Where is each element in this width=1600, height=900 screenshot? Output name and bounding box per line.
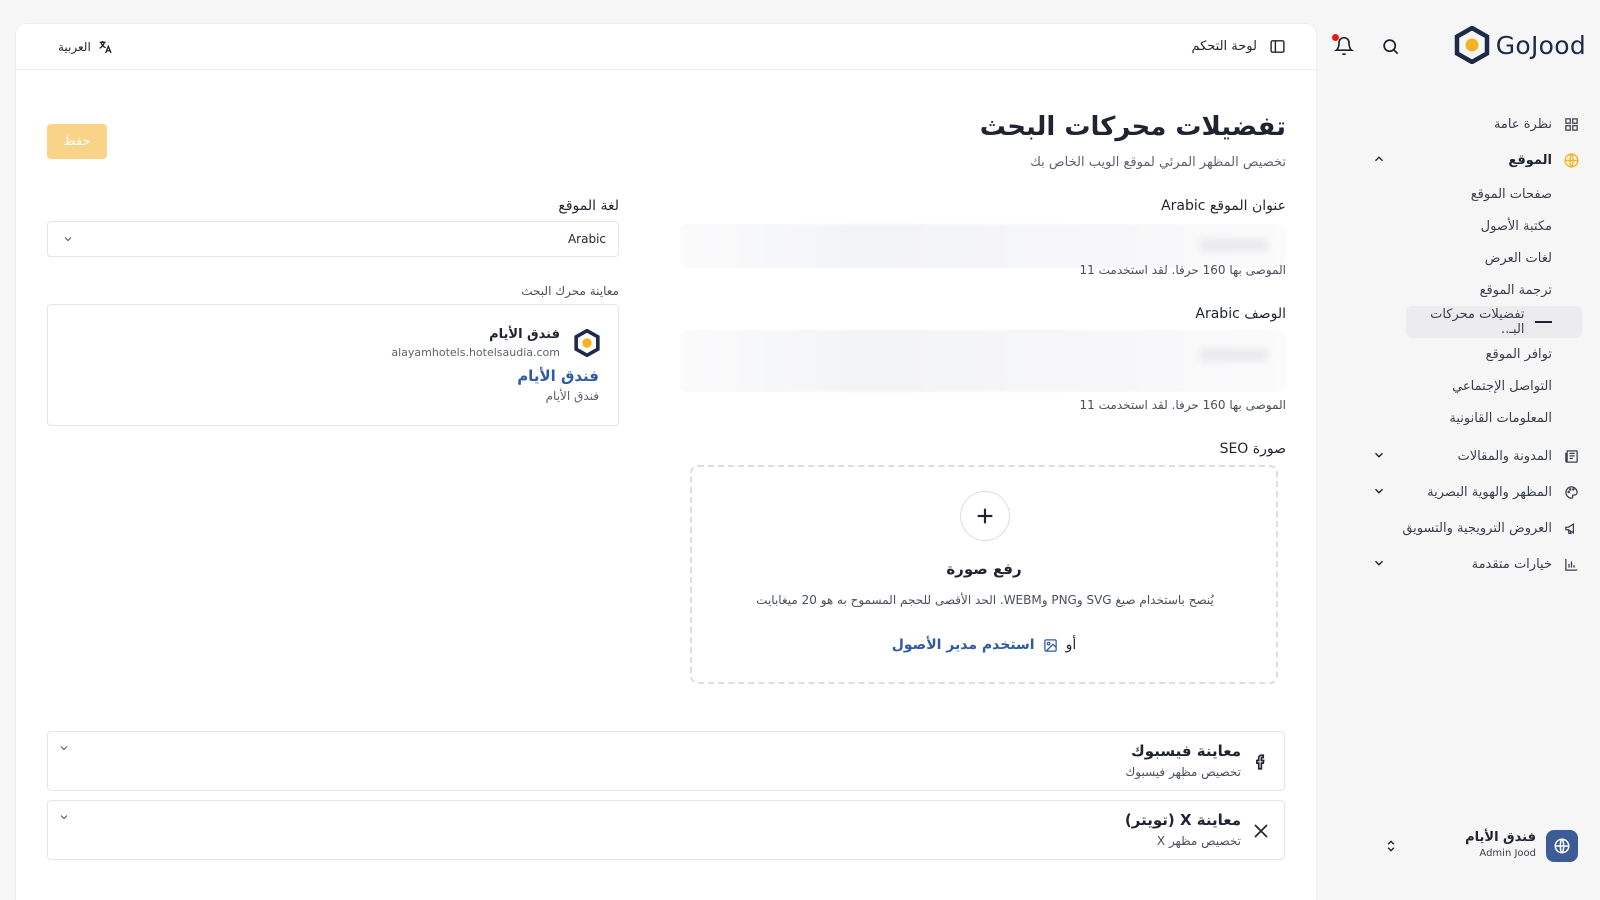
sidebar-subitem-social[interactable]: التواصل الإجتماعي bbox=[1358, 370, 1588, 402]
sidebar-item-label: خيارات متقدمة bbox=[1471, 556, 1552, 572]
description-textarea[interactable] bbox=[680, 330, 1286, 392]
brand-name: GoJood bbox=[1495, 30, 1586, 60]
preview-description: فندق الأيام bbox=[545, 389, 599, 403]
user-name: فندق الأيام bbox=[1465, 830, 1536, 845]
main-panel: لوحة التحكم العربية تفضيلات محركات البحث… bbox=[16, 24, 1316, 900]
site-title-label: عنوان الموقع Arabic bbox=[1161, 198, 1286, 214]
upload-plus-button[interactable] bbox=[960, 491, 1010, 541]
palette-icon bbox=[1564, 485, 1578, 499]
upload-title: رفع صورة bbox=[946, 560, 1022, 578]
brand-logo[interactable]: GoJood bbox=[1454, 26, 1586, 64]
chevron-down-icon bbox=[64, 237, 72, 242]
avatar bbox=[1546, 830, 1578, 862]
search-icon bbox=[1382, 38, 1398, 54]
save-button[interactable]: حفظ bbox=[47, 124, 107, 159]
grid-icon bbox=[1564, 117, 1578, 131]
seo-image-label: صورة SEO bbox=[1219, 441, 1286, 457]
sidebar-item-label: الموقع bbox=[1508, 152, 1552, 168]
search-preview-label: معاينة محرك البحث bbox=[521, 284, 619, 298]
search-engine-preview: فندق الأيام alayamhotels.hotelsaudia.com… bbox=[47, 304, 619, 426]
top-bar: لوحة التحكم العربية bbox=[16, 24, 1316, 70]
search-button[interactable] bbox=[1378, 34, 1402, 58]
accordion-title: معاينة X (تويتر) bbox=[1124, 811, 1241, 829]
breadcrumb: لوحة التحكم bbox=[1191, 38, 1286, 55]
sidebar-subitem-asset-library[interactable]: مكتبة الأصول bbox=[1358, 210, 1588, 242]
page-subtitle: تخصيص المظهر المرئي لموقع الويب الخاص بك bbox=[1030, 155, 1286, 170]
user-role: Admin Jood bbox=[1479, 848, 1536, 859]
breadcrumb-dashboard[interactable]: لوحة التحكم bbox=[1191, 39, 1257, 54]
site-title-input[interactable] bbox=[680, 224, 1286, 268]
sidebar-subitem-label: تفضيلات محركات البـ.. bbox=[1430, 307, 1525, 337]
site-language-value: Arabic bbox=[567, 232, 606, 246]
site-language-label: لغة الموقع bbox=[558, 198, 619, 214]
chevron-up-icon bbox=[1375, 156, 1383, 162]
image-upload-dropzone[interactable]: رفع صورة يُنصح باستخدام صيغ SVG وPNG وWE… bbox=[690, 465, 1278, 684]
sidebar-item-appearance[interactable]: المظهر والهوية البصرية bbox=[1358, 474, 1588, 510]
notification-dot bbox=[1332, 34, 1339, 41]
sidebar-item-label: المدونة والمقالات bbox=[1457, 448, 1552, 464]
sidebar-item-website[interactable]: الموقع bbox=[1358, 142, 1588, 178]
image-icon bbox=[1043, 638, 1057, 652]
site-logo-icon bbox=[574, 329, 600, 357]
sidebar-item-marketing[interactable]: العروض الترويجية والتسويق bbox=[1358, 510, 1588, 546]
plus-icon bbox=[977, 508, 993, 524]
active-indicator bbox=[1534, 321, 1552, 323]
user-menu[interactable]: فندق الأيام Admin Jood bbox=[1378, 828, 1578, 868]
sidebar-item-label: المظهر والهوية البصرية bbox=[1427, 484, 1552, 500]
sidebar-subitem-pages[interactable]: صفحات الموقع bbox=[1358, 178, 1588, 210]
upload-note: يُنصح باستخدام صيغ SVG وPNG وWEBM. الحد … bbox=[756, 593, 1214, 607]
gojood-logo-icon bbox=[1454, 26, 1489, 64]
chart-icon bbox=[1564, 558, 1577, 571]
description-hint: الموصى بها 160 حرفا. لقد استخدمت 11 bbox=[1079, 398, 1286, 412]
sidebar-subitem-seo-preferences[interactable]: تفضيلات محركات البـ.. bbox=[1406, 306, 1582, 338]
asset-manager-link[interactable]: استخدم مدير الأصول bbox=[892, 637, 1035, 653]
facebook-icon bbox=[1256, 754, 1265, 770]
language-label: العربية bbox=[58, 40, 91, 54]
sidebar-nav: نظرة عامة الموقع صفحات الموقع مكتبة الأص… bbox=[1358, 106, 1588, 582]
x-icon bbox=[1254, 824, 1268, 838]
sidebar-item-advanced[interactable]: خيارات متقدمة bbox=[1358, 546, 1588, 582]
megaphone-icon bbox=[1564, 522, 1574, 534]
chevron-down-icon bbox=[60, 815, 68, 820]
preview-title: فندق الأيام bbox=[517, 367, 599, 385]
globe-icon bbox=[1563, 152, 1579, 168]
sidebar-item-label: نظرة عامة bbox=[1493, 116, 1552, 132]
sidebar-item-blog[interactable]: المدونة والمقالات bbox=[1358, 438, 1588, 474]
sidebar-subitem-translation[interactable]: ترجمة الموقع bbox=[1358, 274, 1588, 306]
sidebar-toggle-icon[interactable] bbox=[1269, 38, 1286, 55]
sidebar-subitem-availability[interactable]: توافر الموقع bbox=[1358, 338, 1588, 370]
sidebar-subitem-display-languages[interactable]: لغات العرض bbox=[1358, 242, 1588, 274]
accordion-subtitle: تخصيص مظهر فيسبوك bbox=[1125, 765, 1241, 779]
newspaper-icon bbox=[1564, 449, 1578, 463]
or-label: أو bbox=[1065, 637, 1077, 653]
chevrons-up-down-icon bbox=[1387, 840, 1395, 852]
sidebar: GoJood نظرة عامة الموقع صفحات الموقع مكت… bbox=[1332, 0, 1600, 900]
x-preview-accordion[interactable]: معاينة X (تويتر) تخصيص مظهر X bbox=[47, 800, 1285, 860]
asset-manager-row: أو استخدم مدير الأصول bbox=[692, 637, 1276, 653]
translate-icon bbox=[99, 41, 112, 54]
chevron-down-icon bbox=[60, 746, 68, 751]
site-language-select[interactable]: Arabic bbox=[47, 221, 619, 257]
preview-url: alayamhotels.hotelsaudia.com bbox=[391, 346, 560, 359]
chevron-down-icon bbox=[1375, 560, 1383, 566]
accordion-title: معاينة فيسبوك bbox=[1131, 742, 1241, 760]
page-title: تفضيلات محركات البحث bbox=[979, 112, 1286, 142]
sidebar-item-overview[interactable]: نظرة عامة bbox=[1358, 106, 1588, 142]
globe-icon bbox=[1554, 838, 1570, 854]
chevron-down-icon bbox=[1375, 488, 1383, 494]
accordion-subtitle: تخصيص مظهر X bbox=[1156, 834, 1241, 848]
site-title-hint: الموصى بها 160 حرفا. لقد استخدمت 11 bbox=[1079, 263, 1286, 277]
chevron-down-icon bbox=[1375, 452, 1383, 458]
preview-site-name: فندق الأيام bbox=[489, 327, 560, 342]
sidebar-subitem-legal[interactable]: المعلومات القانونية bbox=[1358, 402, 1588, 434]
sidebar-item-label: العروض الترويجية والتسويق bbox=[1402, 520, 1552, 536]
description-label: الوصف Arabic bbox=[1195, 306, 1286, 322]
facebook-preview-accordion[interactable]: معاينة فيسبوك تخصيص مظهر فيسبوك bbox=[47, 731, 1285, 791]
language-switcher[interactable]: العربية bbox=[58, 39, 113, 55]
notifications-button[interactable] bbox=[1332, 34, 1356, 58]
